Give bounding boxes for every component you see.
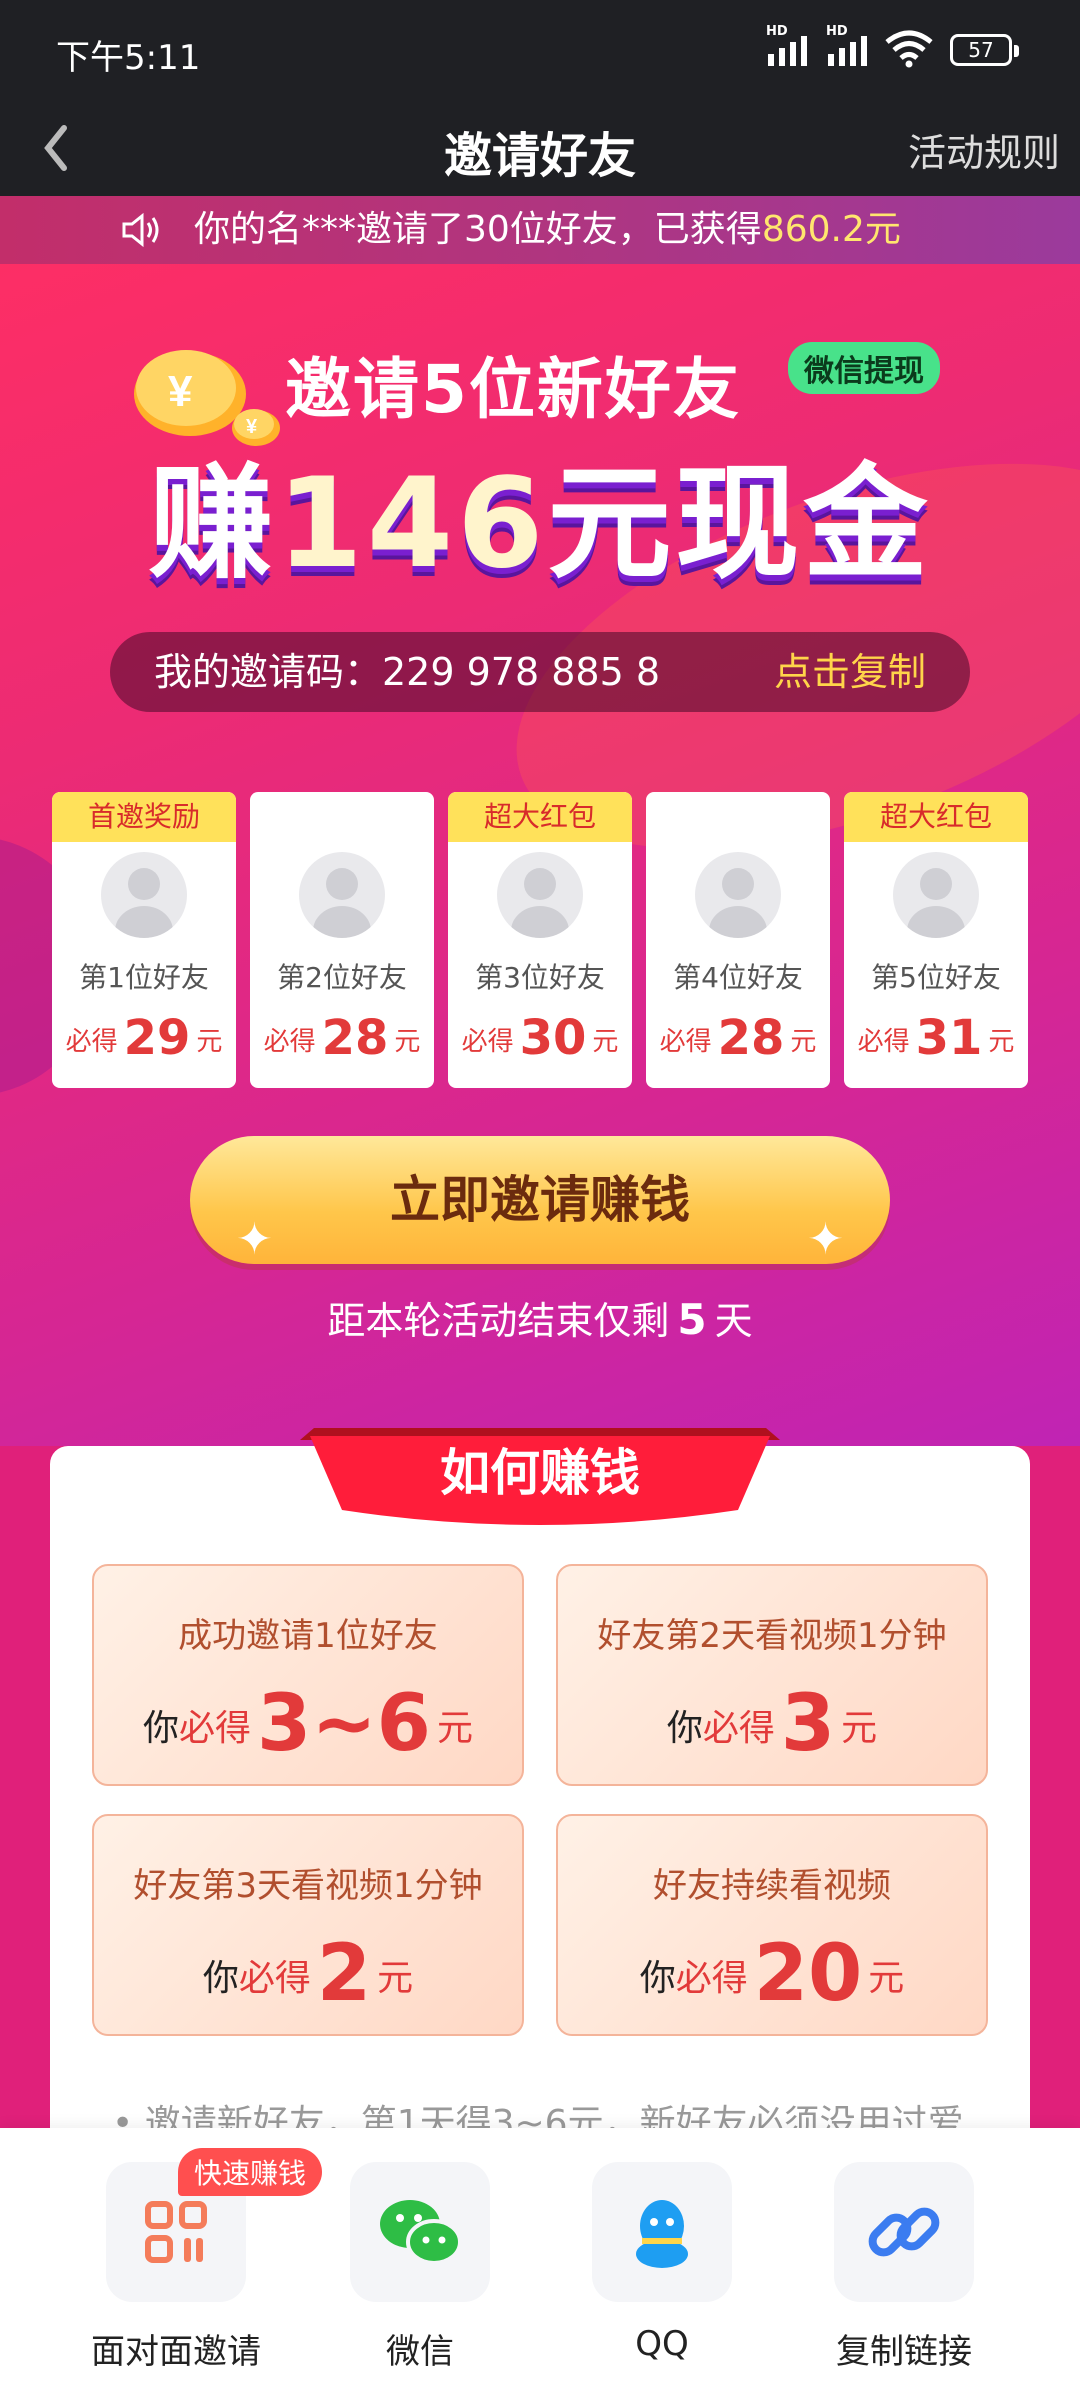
friend-card[interactable]: 第4位好友 必得 28 元	[646, 792, 830, 1088]
share-wechat-button[interactable]: 微信	[350, 2162, 490, 2373]
quick-earn-badge: 快速赚钱	[178, 2148, 323, 2196]
invite-code-label: 我的邀请码：229 978 885 8	[154, 650, 661, 694]
earn-task-card: 好友第3天看视频1分钟 你必得2 元	[92, 1814, 524, 2036]
sparkle-icon: ✦	[807, 1214, 844, 1265]
battery-icon: 57	[950, 34, 1019, 66]
friend-tag: 超大红包	[448, 792, 632, 842]
share-label: 复制链接	[836, 2332, 972, 2372]
sparkle-icon: ✦	[236, 1214, 273, 1265]
task-title: 好友第2天看视频1分钟	[597, 1616, 947, 1656]
earn-task-card: 成功邀请1位好友 你必得3~6 元	[92, 1564, 524, 1786]
earn-task-card: 好友第2天看视频1分钟 你必得3 元	[556, 1564, 988, 1786]
friend-tag: 首邀奖励	[52, 792, 236, 842]
activity-rules-link[interactable]: 活动规则	[908, 122, 1060, 177]
qq-icon	[592, 2162, 732, 2302]
nav-bar: 邀请好友 活动规则	[0, 100, 1080, 196]
friend-name: 第1位好友	[79, 961, 209, 994]
ticker-text: 你的名***邀请了30位好友，已获得	[194, 209, 762, 250]
friend-name: 第5位好友	[871, 961, 1001, 994]
headline-earn-suffix: 元现金	[547, 452, 932, 596]
friend-tag-empty	[250, 792, 434, 842]
friend-reward: 必得 29 元	[65, 1010, 223, 1066]
avatar-placeholder-icon	[101, 852, 187, 938]
wechat-icon	[350, 2162, 490, 2302]
hero-banner: 你的名***邀请了30位好友，已获得860.2元 ¥ ¥ 邀请5位新好友 微信提…	[0, 196, 1080, 1446]
friend-card[interactable]: 第2位好友 必得 28 元	[250, 792, 434, 1088]
task-reward: 你必得2 元	[202, 1929, 414, 2019]
share-qq-button[interactable]: QQ	[592, 2162, 732, 2364]
headline-invite: 邀请5位新好友	[285, 351, 741, 428]
signal-icon	[768, 32, 807, 66]
headline-earn: 赚146元现金	[0, 422, 1080, 602]
task-reward: 你必得3 元	[666, 1679, 878, 1769]
friend-tag: 超大红包	[844, 792, 1028, 842]
task-title: 好友持续看视频	[653, 1866, 891, 1906]
headline-earn-prefix: 赚	[148, 452, 277, 596]
friend-name: 第4位好友	[673, 961, 803, 994]
link-icon	[834, 2162, 974, 2302]
share-bar: 面对面邀请 微信 QQ 复制链接	[0, 2128, 1080, 2400]
friend-reward: 必得 28 元	[659, 1010, 817, 1066]
share-label: QQ	[635, 2324, 689, 2364]
friend-name: 第2位好友	[277, 961, 407, 994]
task-title: 好友第3天看视频1分钟	[133, 1866, 483, 1906]
task-reward: 你必得3~6 元	[143, 1679, 473, 1769]
share-label: 微信	[386, 2332, 454, 2372]
copy-link-button[interactable]: 复制链接	[834, 2162, 974, 2373]
svg-text:¥: ¥	[168, 367, 193, 416]
friend-rewards: 首邀奖励 第1位好友 必得 29 元 第2位好友 必得 28 元 超大红包 第3位好友 …	[52, 792, 1028, 1092]
avatar-placeholder-icon	[299, 852, 385, 938]
invite-code-bar: 我的邀请码：229 978 885 8 点击复制	[110, 632, 970, 712]
invite-now-label: 立即邀请赚钱	[390, 1171, 690, 1229]
avatar-placeholder-icon	[695, 852, 781, 938]
friend-reward: 必得 30 元	[461, 1010, 619, 1066]
status-time: 下午5:11	[56, 38, 201, 78]
friend-card[interactable]: 超大红包 第5位好友 必得 31 元	[844, 792, 1028, 1088]
task-title: 成功邀请1位好友	[178, 1616, 438, 1656]
ticker-amount: 860.2元	[761, 209, 901, 250]
friend-reward: 必得 31 元	[857, 1010, 1015, 1066]
task-reward: 你必得20 元	[639, 1929, 905, 2019]
friend-reward: 必得 28 元	[263, 1010, 421, 1066]
wechat-withdraw-badge: 微信提现	[788, 342, 940, 394]
share-label: 面对面邀请	[91, 2332, 261, 2372]
invite-now-button[interactable]: ✦ 立即邀请赚钱 ✦	[190, 1136, 890, 1265]
friend-card[interactable]: 首邀奖励 第1位好友 必得 29 元	[52, 792, 236, 1088]
countdown-days: 5	[677, 1295, 707, 1344]
headline-earn-amount: 146	[276, 452, 548, 596]
copy-code-button[interactable]: 点击复制	[774, 632, 926, 712]
friend-name: 第3位好友	[475, 961, 605, 994]
avatar-placeholder-icon	[497, 852, 583, 938]
avatar-placeholder-icon	[893, 852, 979, 938]
status-bar: 下午5:11 HD HD 57	[0, 0, 1080, 100]
how-to-earn-title: 如何赚钱	[440, 1444, 640, 1502]
friend-card[interactable]: 超大红包 第3位好友 必得 30 元	[448, 792, 632, 1088]
earnings-ticker: 你的名***邀请了30位好友，已获得860.2元	[0, 196, 1080, 264]
friend-tag-empty	[646, 792, 830, 842]
wifi-icon	[885, 30, 933, 68]
signal-icon-2	[828, 32, 867, 66]
earn-task-card: 好友持续看视频 你必得20 元	[556, 1814, 988, 2036]
countdown-text: 距本轮活动结束仅剩 5 天	[327, 1295, 753, 1344]
speaker-icon	[122, 212, 159, 248]
